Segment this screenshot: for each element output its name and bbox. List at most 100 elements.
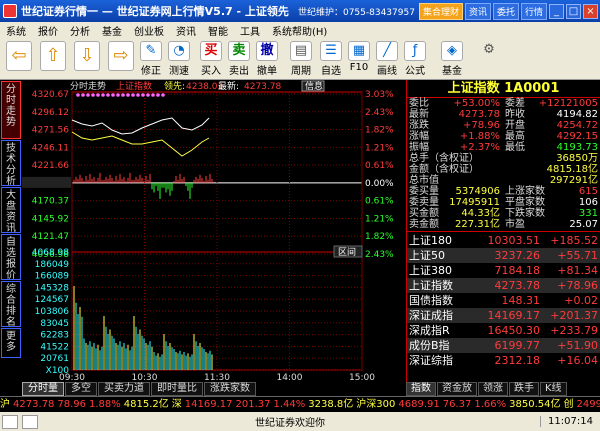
menu-smart[interactable]: 智能 [202, 23, 234, 38]
section-label: 区间 [338, 246, 356, 258]
tab-volume[interactable]: 分时量 [22, 382, 64, 396]
left-tabs: 分时走势 技术分析 大盘资讯 自选报价 综合排名 更多 [0, 80, 22, 380]
cancel-order-button[interactable]: 撤撤单 [254, 41, 280, 77]
draw-line-button[interactable]: ╱ 画线 [374, 41, 400, 77]
fund-button[interactable]: ◈ 基金 [436, 41, 468, 77]
stat-value-2: 36850万 [556, 153, 598, 164]
stat-value-2: 106 [578, 197, 598, 208]
managed-finance-button[interactable]: 集合理财 [418, 2, 463, 20]
maximize-button[interactable]: □ [566, 3, 581, 19]
tab-timeshare[interactable]: 分时走势 [1, 81, 21, 139]
volume-tick: 83045 [40, 319, 69, 329]
index-value: 7184.18 [494, 264, 541, 277]
period-button[interactable]: ▤ 周期 [288, 41, 314, 77]
forward-button[interactable]: ⇨ [108, 41, 134, 72]
index-row[interactable]: 深成指R 16450.30 +233.79 [407, 323, 600, 338]
index-change: +55.71 [557, 249, 598, 262]
index-row[interactable]: 上证180 10303.51 +185.52 [407, 233, 600, 248]
volume-tick: 124567 [35, 295, 69, 305]
tab-kline[interactable]: K线 [540, 382, 567, 396]
index-change: +0.02 [564, 294, 598, 307]
index-value: 3237.26 [494, 249, 541, 262]
tab-index[interactable]: 指数 [406, 382, 436, 396]
tab-long-short[interactable]: 多空 [65, 382, 97, 396]
quotes-button[interactable]: 行情 [520, 2, 547, 20]
tab-market-news[interactable]: 大盘资讯 [1, 187, 21, 234]
event-dot [86, 93, 90, 97]
tab-advance-decline[interactable]: 涨跌家数 [204, 382, 256, 396]
tab-more[interactable]: 更多 [1, 328, 21, 358]
tab-volume-ratio[interactable]: 即时量比 [151, 382, 203, 396]
edit-button[interactable]: ✎ 修正 [138, 41, 164, 77]
tab-technical[interactable]: 技术分析 [1, 140, 21, 187]
stat-row: 振幅 +2.37% 最低 4193.73 [407, 142, 600, 153]
menu-tools[interactable]: 工具 [234, 23, 266, 38]
down-button[interactable]: ⇩ [74, 41, 100, 72]
stat-value: +53.00% [453, 98, 500, 109]
period-icon: ▤ [290, 41, 312, 61]
f10-button[interactable]: ▦ F10 [346, 41, 372, 73]
speed-test-button[interactable]: ◔ 测速 [166, 41, 192, 77]
close-button[interactable]: × [583, 3, 598, 19]
event-dot [76, 93, 80, 97]
index-row[interactable]: 上证指数 4273.78 +78.96 [407, 278, 600, 293]
stat-label: 涨幅 [409, 131, 429, 142]
stat-label: 最新 [409, 109, 429, 120]
chart-header-header_left: 分时走势 [70, 80, 106, 92]
ticker-item: 3238.8亿 [308, 399, 354, 410]
down-icon: ⇩ [74, 41, 100, 71]
trade-button[interactable]: 委托 [492, 2, 519, 20]
fund-icon: ◈ [441, 41, 463, 61]
menu-fund[interactable]: 基金 [96, 23, 128, 38]
event-dot [81, 93, 85, 97]
index-row[interactable]: 深证成指 14169.17 +201.37 [407, 308, 600, 323]
index-row[interactable]: 深证综指 2312.18 +16.04 [407, 353, 600, 368]
stat-value: 227.31亿 [455, 219, 500, 230]
stats-block: 委比 +53.00% 委差 +12121005 最新 4273.78 昨收 419… [407, 98, 600, 230]
indicator-tabs: 分时量 多空 买卖力道 即时量比 涨跌家数 [22, 382, 406, 396]
ticker-item: 1.44% [273, 399, 306, 410]
news-button[interactable]: 资讯 [464, 2, 491, 20]
index-name: 上证380 [409, 264, 452, 277]
timeshare-chart[interactable]: 分时走势 上证指数 领先: 4238.03 最新: 4273.78 信息 4320.67 3.0… [22, 80, 406, 383]
menu-quotes[interactable]: 报价 [32, 23, 64, 38]
time-tick: 15:00 [349, 373, 375, 382]
tab-losers[interactable]: 跌手 [509, 382, 539, 396]
stat-label: 总手（含权证） [409, 153, 479, 164]
index-row[interactable]: 上证50 3237.26 +55.71 [407, 248, 600, 263]
menu-analysis[interactable]: 分析 [64, 23, 96, 38]
pct-tick: 3.03% [365, 90, 394, 100]
index-row[interactable]: 国债指数 148.31 +0.02 [407, 293, 600, 308]
event-dot [106, 93, 110, 97]
stat-row: 最新 4273.78 昨收 4194.82 [407, 109, 600, 120]
tab-capital[interactable]: 资金放 [437, 382, 477, 396]
index-tabs: 指数 资金放 领涨 跌手 K线 [406, 382, 600, 396]
watchlist-button[interactable]: ☰ 自选 [318, 41, 344, 77]
menu-system[interactable]: 系统 [0, 23, 32, 38]
tab-leaders[interactable]: 领涨 [478, 382, 508, 396]
minimize-button[interactable]: _ [549, 3, 564, 19]
menu-gem[interactable]: 创业板 [128, 23, 170, 38]
tab-watchlist-quotes[interactable]: 自选报价 [1, 234, 21, 281]
formula-button[interactable]: ƒ 公式 [402, 41, 428, 77]
price-tick: 4221.66 [32, 161, 69, 171]
index-row[interactable]: 上证380 7184.18 +81.34 [407, 263, 600, 278]
buy-button[interactable]: 买买入 [198, 41, 224, 77]
tab-ranking[interactable]: 综合排名 [1, 281, 21, 328]
formula-icon: ƒ [404, 41, 426, 61]
stat-row: 买金额 44.33亿 下跌家数 331 [407, 208, 600, 219]
status-bar: 世纪证券欢迎你 11:07:14 [0, 412, 600, 431]
stat-label: 委比 [409, 98, 429, 109]
pct-tick: 0.61% [365, 197, 394, 207]
menu-help[interactable]: 系统帮助(H) [266, 23, 333, 38]
index-name: 深成指R [409, 324, 450, 337]
index-row[interactable]: 成份B指 6199.77 +51.90 [407, 338, 600, 353]
settings-button[interactable]: ⚙ [476, 41, 502, 62]
tab-buy-sell-force[interactable]: 买卖力道 [98, 382, 150, 396]
sell-button[interactable]: 卖卖出 [226, 41, 252, 77]
back-button[interactable]: ⇦ [6, 41, 32, 72]
stat-label: 总市值 [409, 175, 439, 186]
menu-news[interactable]: 资讯 [170, 23, 202, 38]
event-dot [131, 93, 135, 97]
up-button[interactable]: ⇧ [40, 41, 66, 72]
